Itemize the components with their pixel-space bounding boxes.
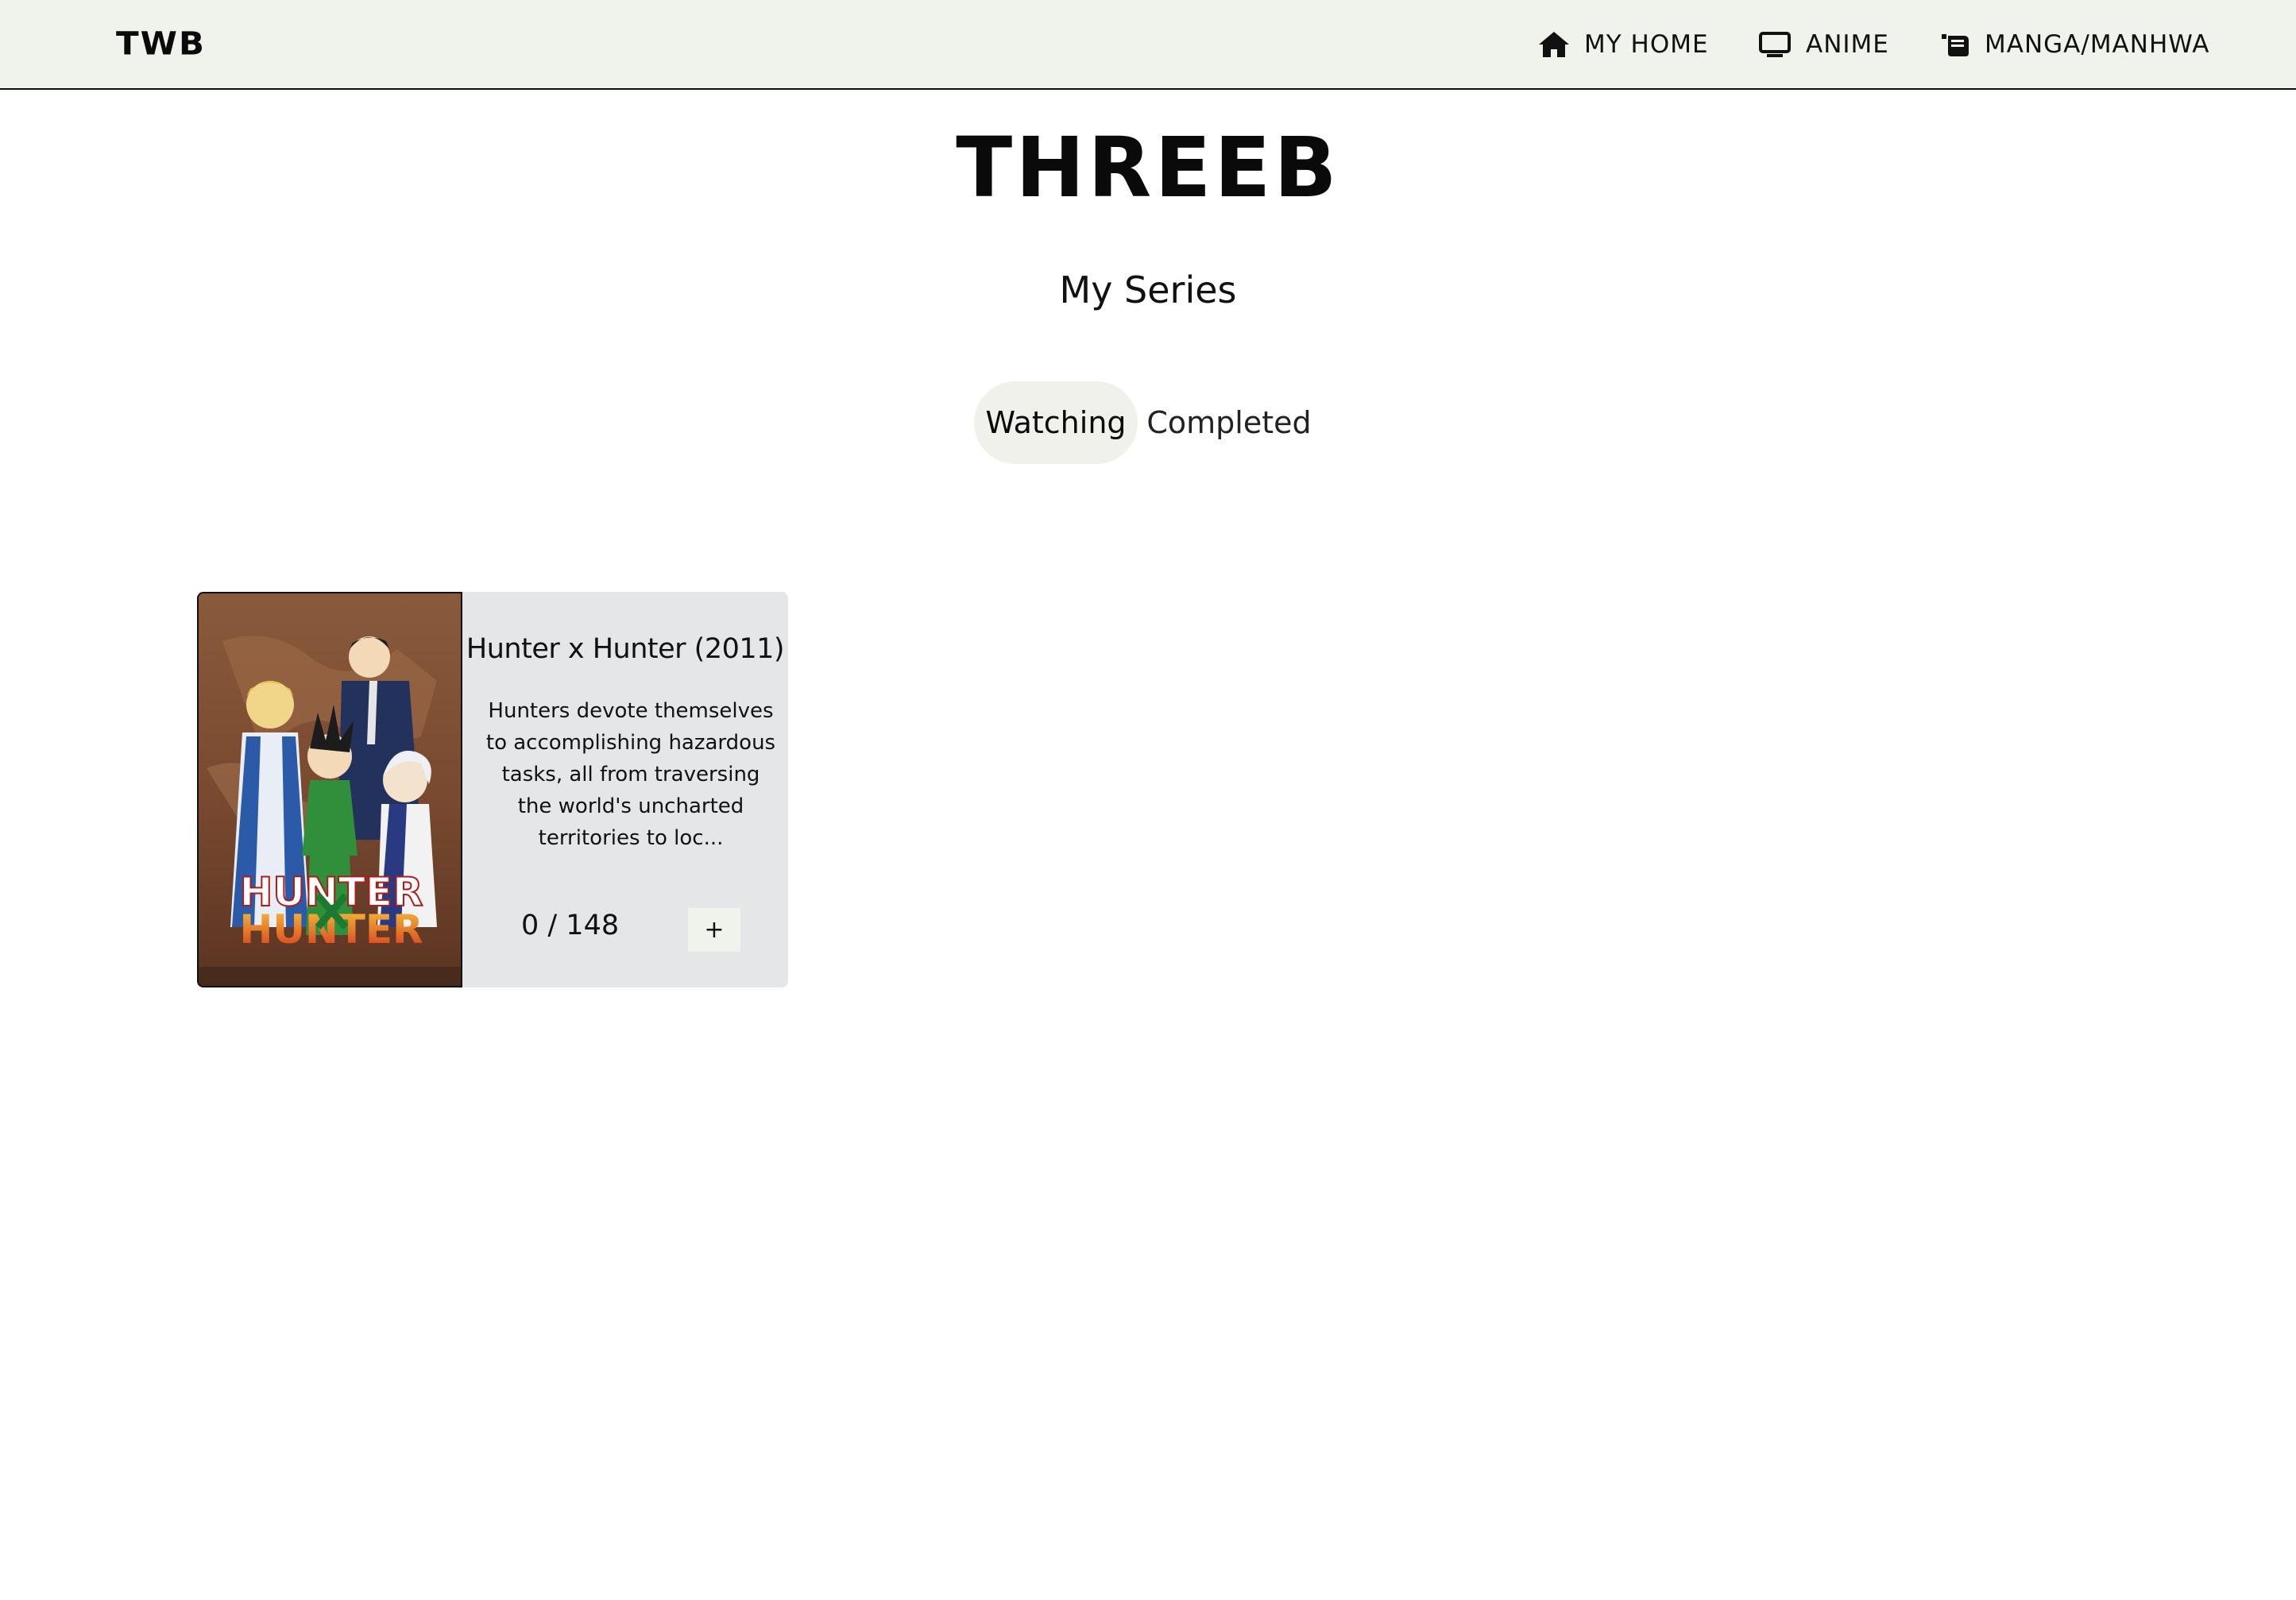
tv-icon <box>1758 31 1792 58</box>
nav-item-my-home[interactable]: MY HOME <box>1538 30 1709 59</box>
series-card: HUNTER HUNTER Hunter x Hunter (2011) Hun… <box>197 592 788 987</box>
series-tabs: Watching Completed <box>974 381 1320 464</box>
site-logo: THREEB <box>956 119 1340 216</box>
nav-label-my-home: MY HOME <box>1584 30 1709 59</box>
nav-item-manga-manhwa[interactable]: MANGA/MANHWA <box>1940 30 2209 59</box>
series-poster[interactable]: HUNTER HUNTER <box>197 592 462 987</box>
poster-image: HUNTER HUNTER <box>199 593 461 986</box>
home-icon <box>1538 31 1570 58</box>
nav-label-manga-manhwa: MANGA/MANHWA <box>1985 30 2210 59</box>
brand-logo-small[interactable]: TWB <box>116 25 206 62</box>
book-icon <box>1940 31 1970 58</box>
nav-item-anime[interactable]: ANIME <box>1758 30 1889 59</box>
series-description: Hunters devote themselves to accomplishi… <box>485 699 776 850</box>
tab-watching[interactable]: Watching <box>974 381 1138 464</box>
increment-episode-button[interactable]: + <box>688 908 740 952</box>
page-title: My Series <box>1059 269 1237 311</box>
episode-progress: 0 / 148 <box>521 910 620 941</box>
series-title[interactable]: Hunter x Hunter (2011) <box>462 633 788 665</box>
top-navbar: TWB MY HOME ANIME MANGA/MANHWA <box>0 0 2296 90</box>
tab-completed[interactable]: Completed <box>1138 381 1320 464</box>
nav-label-anime: ANIME <box>1806 30 1889 59</box>
